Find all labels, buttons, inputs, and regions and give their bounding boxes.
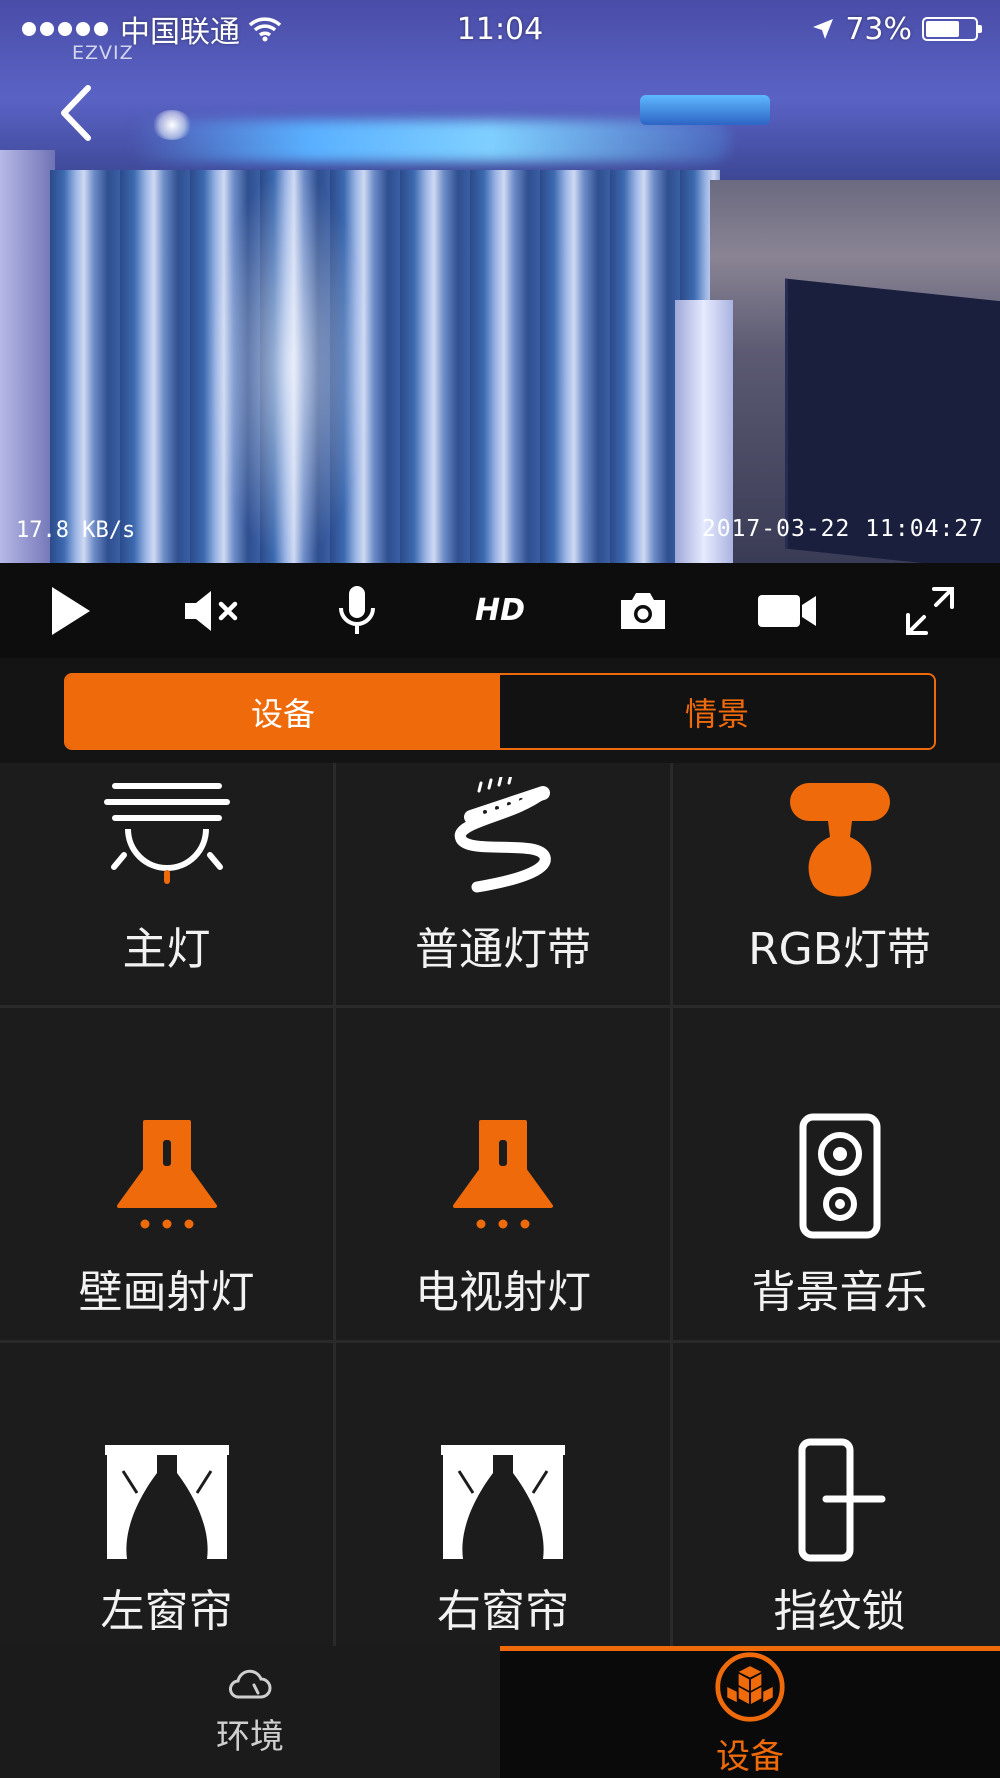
mute-icon [185, 590, 238, 631]
segment-devices[interactable]: 设备 [66, 675, 500, 748]
curtain-icon [104, 1445, 229, 1559]
snapshot-button[interactable] [607, 575, 679, 647]
device-tile-mural-spotlight[interactable]: 壁画射灯 [0, 1008, 333, 1340]
record-button[interactable] [751, 575, 823, 647]
cubes-icon [715, 1652, 785, 1722]
device-label: 指纹锁 [773, 1586, 906, 1637]
device-label: 电视射灯 [415, 1267, 591, 1318]
device-label: 主灯 [122, 924, 211, 975]
signal-icon [22, 22, 108, 36]
device-tile-left-curtain[interactable]: 左窗帘 [0, 1343, 333, 1649]
segment-scenes[interactable]: 情景 [500, 675, 934, 748]
video-timestamp: 2017-03-22 11:04:27 [701, 516, 984, 542]
device-tile-main-light[interactable]: 主灯 [0, 763, 333, 1005]
location-arrow-icon [813, 19, 834, 39]
segment-bar: 设备 情景 [0, 658, 1000, 763]
video-light-glow [210, 170, 370, 563]
spotlight-icon [116, 1120, 217, 1229]
bottom-tab-bar: 环境 设备 [0, 1646, 1000, 1778]
curtain-icon [441, 1445, 565, 1559]
tab-label: 环境 [216, 1716, 284, 1757]
video-chandelier [640, 95, 770, 125]
battery-icon [922, 17, 982, 41]
video-control-bar: HD [0, 563, 1000, 658]
hd-button[interactable]: HD [464, 575, 536, 647]
clock: 11:04 [456, 11, 544, 47]
ceiling-light-icon [103, 783, 230, 884]
microphone-icon [338, 585, 375, 634]
device-tile-tv-spotlight[interactable]: 电视射灯 [336, 1008, 670, 1340]
mute-button[interactable] [177, 575, 249, 647]
back-button[interactable] [48, 78, 108, 148]
device-label: RGB灯带 [748, 924, 931, 975]
status-bar: 中国联通 11:04 73% [0, 0, 1000, 58]
wifi-icon [248, 17, 282, 42]
device-label: 壁画射灯 [78, 1267, 255, 1318]
speaker-icon [799, 1113, 880, 1239]
tab-devices[interactable]: 设备 [500, 1646, 1000, 1778]
video-camera-icon [757, 594, 816, 627]
fullscreen-button[interactable] [894, 575, 966, 647]
video-blue-light [130, 120, 730, 162]
cloud-icon [229, 1669, 272, 1698]
camera-icon [621, 592, 666, 629]
device-tile-background-music[interactable]: 背景音乐 [673, 1008, 1000, 1340]
video-left-wall [0, 150, 55, 563]
microphone-button[interactable] [321, 575, 393, 647]
hd-icon: HD [474, 593, 525, 628]
back-chevron-icon [61, 85, 91, 141]
device-tile-rgb-strip[interactable]: RGB灯带 [673, 763, 1000, 1005]
spotlight-icon [453, 1120, 553, 1229]
device-label: 左窗帘 [100, 1586, 233, 1637]
device-grid: 主灯 普通灯带 RGB灯带 壁画射灯 电视射灯 背景音乐 左窗帘 右窗帘 指纹锁 [0, 763, 1000, 1649]
battery-percent: 73% [845, 11, 912, 47]
brand-watermark: EZVIZ [72, 42, 134, 64]
light-strip-icon [454, 777, 551, 893]
video-curtain [50, 170, 720, 563]
tab-label: 设备 [716, 1737, 784, 1777]
device-label: 普通灯带 [415, 924, 591, 975]
door-lock-icon [798, 1438, 885, 1562]
play-button[interactable] [34, 575, 106, 647]
bitrate-readout: 17.8 KB/s [16, 518, 136, 543]
fullscreen-icon [905, 586, 954, 635]
device-tile-fingerprint-lock[interactable]: 指纹锁 [673, 1343, 1000, 1649]
play-icon [52, 586, 90, 635]
video-ceiling-lamp [152, 110, 192, 140]
carrier-name: 中国联通 [120, 15, 240, 50]
camera-feed[interactable]: 中国联通 11:04 73% EZVIZ 17.8 KB/s 2017-03-2… [0, 0, 1000, 563]
device-tile-right-curtain[interactable]: 右窗帘 [336, 1343, 670, 1649]
device-tile-light-strip[interactable]: 普通灯带 [336, 763, 670, 1005]
rgb-strip-icon [789, 783, 890, 897]
segmented-control: 设备 情景 [64, 673, 936, 750]
device-label: 背景音乐 [751, 1267, 928, 1318]
device-label: 右窗帘 [437, 1586, 569, 1637]
tab-environment[interactable]: 环境 [0, 1646, 500, 1778]
